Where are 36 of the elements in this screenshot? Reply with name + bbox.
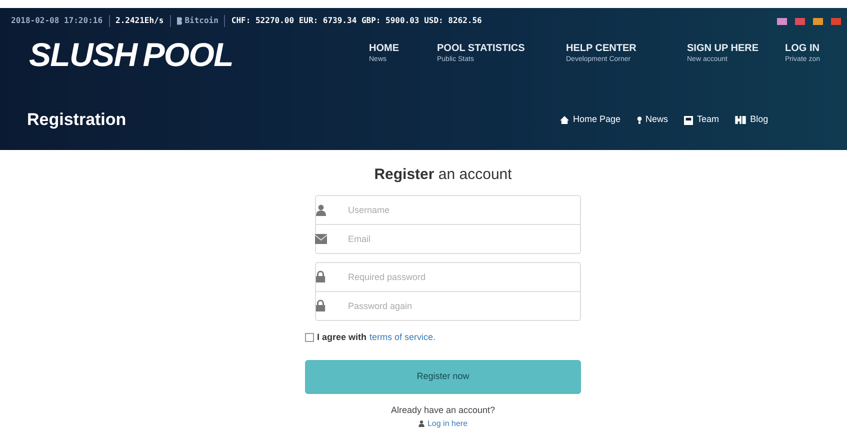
checkbox[interactable] — [305, 332, 314, 342]
logo-text: POOL — [142, 38, 233, 71]
breadcrumb-link[interactable]: News — [636, 113, 668, 127]
house-icon — [560, 116, 569, 124]
login-prompt: Already have an account? — [390, 404, 496, 417]
input-field[interactable]: Email — [315, 224, 581, 254]
film-icon — [735, 116, 746, 124]
register-button[interactable]: Register now — [305, 360, 581, 394]
user-icon — [315, 204, 327, 216]
input-field[interactable]: Required password — [315, 262, 581, 292]
input-field[interactable]: Username — [315, 194, 581, 224]
flag-icon[interactable] — [795, 18, 805, 24]
page-title: Registration — [27, 109, 128, 132]
card-icon — [684, 116, 694, 124]
login-link[interactable]: Log in here — [418, 418, 468, 430]
form-heading: Register an account — [373, 165, 513, 185]
breadcrumb-link[interactable]: Blog — [735, 113, 768, 127]
bulb-icon — [636, 116, 642, 124]
exchange-rates: CHF: 52270.00 EUR: 6739.34 GBP: 5900.03 USD: 8262.56 — [231, 15, 482, 27]
coin-name: Bitcoin — [184, 15, 218, 27]
hashrate: 2.2421Eh/s — [116, 15, 164, 27]
input-field[interactable]: Password again — [315, 290, 581, 320]
flag-icon[interactable] — [813, 18, 823, 24]
logo-text: SLUSH — [29, 38, 137, 71]
agree-label: I agree with — [317, 330, 367, 344]
breadcrumb-link[interactable]: Home Page — [560, 113, 621, 127]
bitcoin-icon — [176, 17, 182, 25]
date-time: 2018-02-08 17:20:16 — [11, 15, 103, 27]
lock-icon — [315, 270, 326, 283]
breadcrumb-link[interactable]: Team — [684, 113, 720, 127]
envelope-icon — [315, 234, 327, 244]
flag-icon[interactable] — [777, 18, 787, 24]
user-icon — [418, 420, 426, 427]
terms-link[interactable]: terms of service. — [370, 330, 436, 344]
lock-icon — [315, 299, 326, 312]
flag-icon[interactable] — [831, 18, 841, 24]
